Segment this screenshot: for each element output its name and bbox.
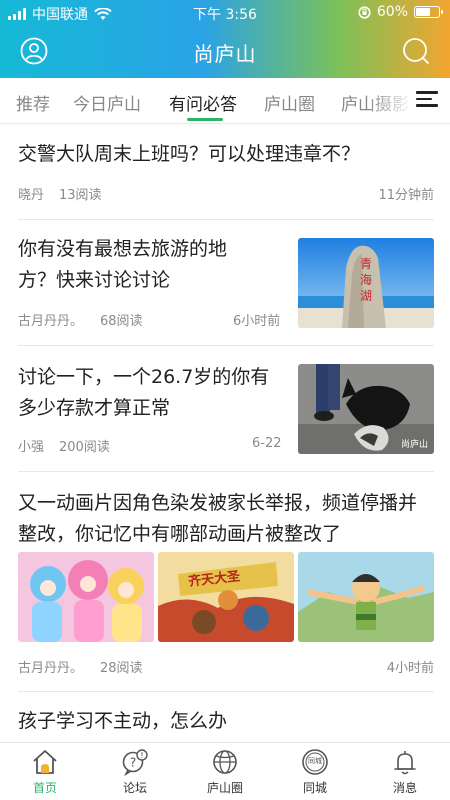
- item-author: 古月丹丹。: [18, 314, 84, 329]
- forum-icon: ? !: [122, 749, 148, 777]
- tabbar-forum[interactable]: ? ! 论坛: [100, 747, 170, 796]
- image-watermark: 尚庐山: [400, 440, 428, 450]
- item-title: 讨论一下，一个26.7岁的你有多少存款才算正常: [18, 366, 270, 419]
- feed-list: 交警大队周末上班吗？可以处理违章不？ 晓丹 13阅读 11分钟前 你有没有最想去…: [0, 124, 450, 742]
- tab-lushan-circle[interactable]: 庐山圈: [264, 90, 315, 115]
- list-item[interactable]: 又一动画片因角色染发被家长举报，频道停播并整改，你记忆中有哪部动画片被整改了 齐…: [18, 472, 434, 692]
- item-author: 小强: [18, 440, 45, 455]
- monkey-king-image: [158, 552, 294, 642]
- item-thumbnail: [298, 552, 434, 642]
- menu-icon[interactable]: [416, 91, 438, 109]
- page-title: 尚庐山: [193, 42, 257, 66]
- orientation-lock-icon: [358, 5, 371, 19]
- gourd-boy-image: [298, 552, 434, 642]
- tabbar-same-city[interactable]: 同城 同城: [280, 747, 350, 796]
- bell-icon: [394, 751, 416, 775]
- tab-recommend[interactable]: 推荐: [16, 90, 50, 115]
- svg-text:?: ?: [130, 756, 136, 770]
- stone-inscription: 青海湖: [359, 257, 372, 303]
- tabbar-label: 庐山圈: [206, 781, 243, 795]
- list-item[interactable]: 讨论一下，一个26.7岁的你有多少存款才算正常 小强 200阅读 6-22 尚庐…: [18, 346, 434, 472]
- item-thumbnail: 尚庐山: [298, 364, 434, 454]
- active-tab-indicator: [187, 118, 223, 121]
- list-item[interactable]: 你有没有最想去旅游的地方？快来讨论讨论 古月丹丹。 68阅读 6小时前 青海湖: [18, 220, 434, 346]
- item-title: 又一动画片因角色染发被家长举报，频道停播并整改，你记忆中有哪部动画片被整改了: [18, 492, 418, 545]
- tabbar-label: 论坛: [122, 781, 147, 795]
- item-author: 晓丹: [18, 188, 45, 203]
- item-thumbnail: 齐天大圣: [158, 552, 294, 642]
- item-time: 11分钟前: [378, 188, 434, 203]
- tabbar-label: 首页: [32, 781, 57, 795]
- item-reads: 13阅读: [59, 188, 102, 203]
- item-time: 6-22: [252, 436, 282, 451]
- item-reads: 28阅读: [100, 661, 143, 676]
- item-title: 孩子学习不主动，怎么办: [18, 710, 228, 732]
- tabbar-label: 消息: [392, 781, 417, 795]
- globe-icon: [213, 750, 237, 774]
- item-author: 古月丹丹。: [18, 661, 84, 676]
- tabbar-home[interactable]: 首页: [10, 747, 80, 796]
- home-icon: [33, 750, 57, 774]
- same-city-badge-text: 同城: [308, 757, 322, 765]
- tabbar-label: 同城: [302, 781, 327, 795]
- list-item[interactable]: 孩子学习不主动，怎么办: [18, 692, 434, 742]
- app-header: 中国联通 下午 3:56 60% 尚庐山: [0, 0, 450, 78]
- bottom-tab-bar: 首页 ? ! 论坛 庐山圈 同城 同城 消息: [0, 742, 450, 800]
- item-time: 4小时前: [386, 661, 434, 676]
- list-item[interactable]: 交警大队周末上班吗？可以处理违章不？ 晓丹 13阅读 11分钟前: [18, 124, 434, 220]
- battery-percent: 60%: [376, 4, 408, 20]
- category-tabs: 推荐 今日庐山 有问必答 庐山圈 庐山摄影: [0, 78, 450, 124]
- tab-qa[interactable]: 有问必答: [169, 90, 237, 115]
- tabbar-messages[interactable]: 消息: [370, 747, 440, 796]
- tab-today-lushan[interactable]: 今日庐山: [73, 90, 141, 115]
- item-reads: 68阅读: [100, 314, 143, 329]
- item-reads: 200阅读: [59, 440, 110, 455]
- item-thumbnail: [18, 552, 154, 642]
- item-time: 6小时前: [233, 314, 281, 329]
- nav-bar: 尚庐山: [0, 28, 450, 74]
- item-title: 交警大队周末上班吗？可以处理违章不？: [18, 143, 361, 165]
- tabbar-lushan-circle[interactable]: 庐山圈: [190, 747, 260, 796]
- anime-girls-image: [18, 552, 154, 642]
- tab-fade: [366, 78, 416, 122]
- battery-icon: [414, 6, 443, 18]
- search-icon[interactable]: [402, 37, 430, 65]
- svg-text:!: !: [140, 751, 143, 760]
- item-thumbnail: 青海湖: [298, 238, 434, 328]
- item-title: 你有没有最想去旅游的地方？快来讨论讨论: [18, 238, 228, 291]
- status-bar: 中国联通 下午 3:56 60%: [0, 0, 450, 26]
